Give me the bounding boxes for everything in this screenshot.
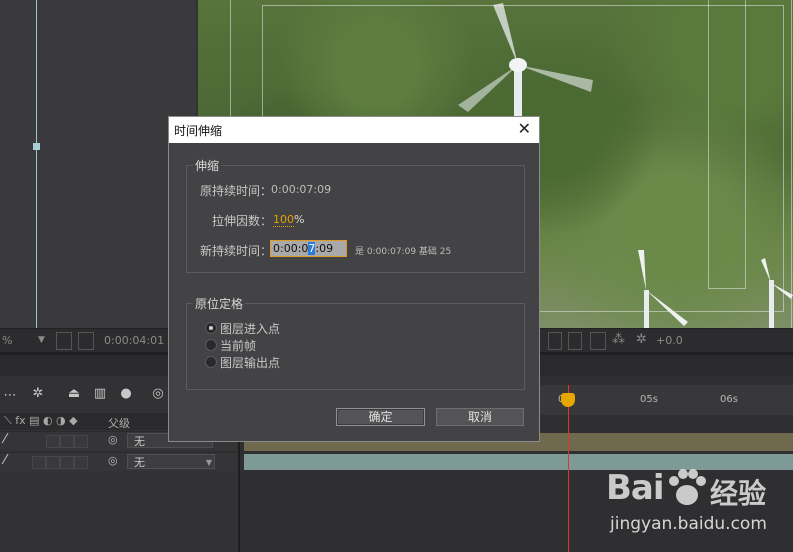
grid-toggle-icon[interactable] [56, 332, 72, 350]
switch-box[interactable] [46, 435, 60, 448]
hold-group-legend: 原位定格 [195, 297, 244, 311]
zoom-dropdown-icon[interactable]: ▼ [38, 335, 45, 345]
dialog-title: 时间伸缩 [174, 124, 223, 138]
motion-blur-icon[interactable]: ● [118, 386, 134, 402]
wind-turbine-image [458, 3, 593, 130]
current-time-indicator[interactable] [568, 385, 569, 552]
exposure-value[interactable]: +0.0 [656, 334, 683, 347]
switch-box[interactable] [74, 456, 88, 469]
layer-switch-icon[interactable]: ⁄ [4, 453, 6, 468]
new-duration-text-after: :09 [315, 242, 334, 255]
paw-logo-icon [669, 469, 706, 505]
exposure-icon[interactable]: ✲ [636, 332, 647, 347]
3d-view-icon[interactable] [590, 332, 606, 350]
search-layers-icon[interactable]: ⋯ [2, 388, 18, 404]
cancel-button[interactable]: 取消 [436, 408, 524, 426]
radio-layer-in-point[interactable] [205, 322, 217, 334]
composition-side-panel [0, 0, 196, 328]
radio-current-frame[interactable] [205, 339, 217, 351]
pickwhip-icon[interactable]: ◎ [108, 433, 118, 446]
stretch-factor-label: 拉伸因数： [212, 214, 273, 228]
dialog-titlebar[interactable]: 时间伸缩 ✕ [169, 117, 539, 143]
new-duration-label: 新持续时间： [200, 244, 273, 258]
close-icon[interactable]: ✕ [518, 119, 531, 138]
switch-box[interactable] [46, 456, 60, 469]
frame-blending-icon[interactable]: ▥ [92, 386, 108, 402]
baidu-watermark: Bai 经验 jingyan.baidu.com [606, 468, 788, 548]
watermark-url: jingyan.baidu.com [610, 514, 767, 534]
wind-turbine-image-3 [761, 258, 793, 328]
parent-select-value: 无 [134, 435, 145, 448]
radio-label-layer-out-point[interactable]: 图层输出点 [220, 354, 280, 371]
stretch-factor-value[interactable]: 100 [273, 213, 294, 227]
mask-toggle-icon[interactable] [78, 332, 94, 350]
parent-column-header: 父级 [108, 417, 130, 430]
draft-3d-icon[interactable]: ⏏ [66, 386, 82, 402]
wind-turbine-image-2 [638, 250, 688, 328]
new-duration-input[interactable]: 0:00:07:09 [270, 240, 347, 257]
graph-editor-icon[interactable]: ◎ [150, 386, 166, 402]
pickwhip-icon[interactable]: ◎ [108, 454, 118, 467]
original-duration-label: 原持续时间： [200, 184, 273, 198]
radio-layer-out-point[interactable] [205, 356, 217, 368]
watermark-logo: Bai [606, 468, 665, 508]
grid-guide [708, 0, 746, 289]
switch-box[interactable] [60, 456, 74, 469]
time-stretch-dialog: 时间伸缩 ✕ 伸缩 原持续时间： 0:00:07:09 拉伸因数： 100 % … [168, 116, 540, 442]
path-keyframe-handle[interactable] [33, 143, 40, 150]
switch-icons: ⟍ fx ▤ ◐ ◑ ◆ [4, 414, 78, 427]
radio-label-current-frame[interactable]: 当前帧 [220, 337, 256, 354]
watermark-brand: 经验 [710, 477, 767, 510]
ruler-tick: 05s [640, 394, 658, 405]
new-duration-text: 0:00:0 [273, 242, 309, 255]
original-duration-value: 0:00:07:09 [271, 183, 332, 196]
switch-box[interactable] [74, 435, 88, 448]
parent-select[interactable]: 无 ▼ [127, 454, 215, 469]
radio-label-layer-in-point[interactable]: 图层进入点 [220, 320, 280, 337]
comp-mini-flowchart-icon[interactable]: ✲ [30, 386, 46, 402]
time-ruler[interactable]: 0s 05s 06s [540, 385, 793, 415]
current-time-indicator-head[interactable] [561, 393, 575, 407]
current-timecode[interactable]: 0:00:04:01 [104, 334, 164, 347]
ok-button[interactable]: 确定 [336, 408, 425, 426]
flowchart-icon[interactable]: ⁂ [612, 332, 625, 347]
duration-equals-text: 是 0:00:07:09 基础 25 [355, 247, 452, 257]
switch-box[interactable] [32, 456, 46, 469]
parent-select-value: 无 [134, 456, 145, 469]
ruler-tick: 06s [720, 394, 738, 405]
stretch-factor-unit: % [294, 213, 305, 226]
switch-box[interactable] [60, 435, 74, 448]
chevron-down-icon: ▼ [205, 458, 212, 467]
region-of-interest-icon[interactable] [548, 332, 562, 350]
zoom-value[interactable]: % [2, 334, 12, 347]
layer-switch-icon[interactable]: ⁄ [4, 432, 6, 447]
stretch-group-legend: 伸缩 [195, 159, 220, 173]
transparency-grid-icon[interactable] [568, 332, 582, 350]
motion-path-line [36, 0, 37, 328]
layer-row[interactable]: ⁄ ◎ 无 ▼ [0, 452, 238, 471]
